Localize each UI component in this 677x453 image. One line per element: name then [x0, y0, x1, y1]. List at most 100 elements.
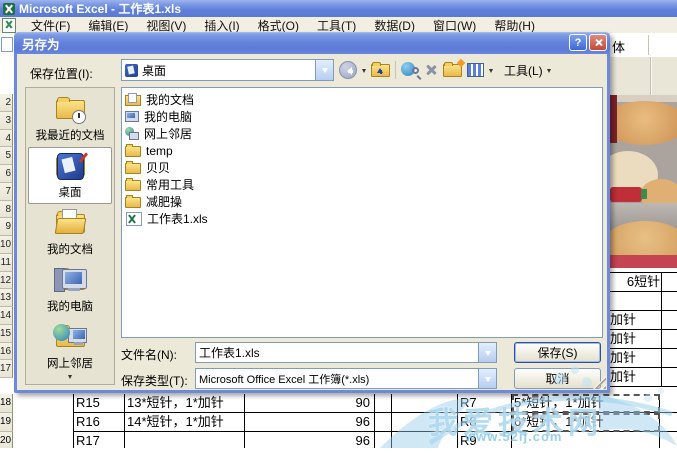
toolbar-remnant-right — [610, 57, 677, 96]
file-list-item[interactable]: 贝贝 — [125, 159, 602, 176]
save-in-combobox[interactable]: 桌面 — [121, 59, 334, 81]
file-list-item[interactable]: 减肥操 — [125, 193, 602, 210]
back-icon[interactable] — [339, 61, 357, 79]
right-cells: 6短针 *加针 *加针 *加针 *加针 — [610, 272, 677, 387]
row-header: 15 — [0, 324, 13, 343]
place-icon — [53, 265, 87, 295]
file-list-item[interactable]: 我的电脑 — [125, 108, 602, 125]
file-icon — [125, 161, 141, 174]
cell: *加针 — [610, 368, 677, 387]
file-icon — [125, 178, 141, 191]
excel-title-bar: Microsoft Excel - 工作表1.xls — [0, 0, 677, 17]
file-name-label: 文件名(N): — [121, 348, 177, 362]
file-label: 常用工具 — [146, 178, 195, 192]
file-list-item[interactable]: 常用工具 — [125, 176, 602, 193]
cell: *加针 — [610, 349, 677, 368]
places-bar: 我最近的文档 桌面 我的文档 我的电脑 网上邻居 — [25, 87, 115, 385]
cell: *加针 — [610, 330, 677, 349]
row-header: 16 — [0, 342, 13, 361]
cell-stitch-desc: 13*短针，1*加针 — [125, 394, 245, 413]
places-bar-item[interactable]: 我的电脑 — [28, 261, 112, 318]
cell-stitch-desc: 6*短针，1*加针 — [512, 413, 660, 432]
cell-stitch-desc — [512, 432, 660, 448]
tools-label: 工具(L) — [504, 63, 543, 78]
file-list-item[interactable]: 我的文档 — [125, 91, 602, 108]
file-icon — [125, 195, 141, 208]
tools-menu[interactable]: 工具(L) — [504, 62, 551, 79]
place-icon — [53, 322, 87, 352]
save-in-label: 保存位置(I): — [30, 67, 93, 81]
file-icon — [126, 211, 142, 226]
row-header: 13 — [0, 289, 13, 307]
dropdown-button[interactable] — [478, 369, 496, 388]
cell — [660, 413, 677, 432]
file-label: 减肥操 — [146, 195, 183, 209]
cell — [392, 413, 458, 432]
cell-round-label: R9 — [458, 432, 512, 448]
new-folder-icon[interactable] — [443, 58, 466, 77]
cell-round-label: R8 — [458, 413, 512, 432]
place-icon — [53, 94, 87, 124]
places-bar-item[interactable]: 网上邻居 — [28, 318, 112, 375]
row-header: 17 — [0, 360, 13, 378]
row-header: 14 — [0, 307, 13, 325]
chevron-down-icon — [484, 376, 491, 385]
file-icon — [125, 144, 141, 157]
font-name-box: 体 — [610, 33, 677, 57]
search-web-icon[interactable] — [401, 61, 422, 80]
dialog-title-bar[interactable]: 另存为 ? — [14, 32, 610, 54]
views-icon[interactable] — [467, 63, 484, 77]
place-label: 我的电脑 — [47, 301, 93, 313]
chevron-down-icon — [546, 69, 551, 75]
dropdown-button[interactable] — [478, 343, 496, 362]
row-header: 19 — [0, 413, 13, 432]
row-header: 10 — [0, 236, 13, 254]
place-label: 桌面 — [58, 187, 82, 199]
worksheet-icon — [2, 17, 16, 33]
file-list-item[interactable]: 工作表1.xls — [125, 210, 602, 227]
cancel-button[interactable]: 取消 — [514, 368, 601, 389]
place-label: 网上邻居 — [47, 358, 93, 370]
place-icon — [53, 208, 87, 238]
dropdown-button[interactable] — [315, 60, 333, 80]
save-type-label: 保存类型(T): — [121, 374, 188, 388]
cell — [660, 432, 677, 448]
places-bar-item[interactable]: 我最近的文档 — [28, 90, 112, 147]
views-chevron-icon[interactable] — [489, 69, 493, 75]
chevron-down-icon — [321, 68, 328, 76]
row-headers: 2 3 4 5 6 7 8 9 10 11 12 13 14 15 16 17 — [0, 94, 13, 394]
places-bar-item[interactable]: 桌面 — [28, 147, 112, 204]
cell-stitch-desc: 14*短针，1*加针 — [125, 413, 245, 432]
back-history-chevron-icon[interactable] — [362, 69, 366, 75]
cell — [392, 432, 458, 448]
save-as-dialog: 另存为 ? 保存位置(I): 桌面 工具(L) 我最近的文档 桌面 我的文档 我… — [14, 32, 610, 393]
file-name-value[interactable]: 工作表1.xls — [199, 344, 478, 361]
file-list-item[interactable]: 网上邻居 — [125, 125, 602, 142]
row-header: 18 — [0, 394, 13, 413]
help-button[interactable]: ? — [569, 34, 587, 51]
new-document-icon — [1, 37, 13, 52]
places-bar-item[interactable]: 我的文档 — [28, 204, 112, 261]
table-row: 19 R16 14*短针，1*加针 96 R8 6*短针，1*加针 — [0, 413, 677, 432]
crochet-photo — [610, 95, 677, 268]
file-list-item[interactable]: temp — [125, 142, 602, 159]
cell — [375, 413, 392, 432]
close-button[interactable] — [589, 34, 607, 51]
row-header: 8 — [0, 200, 13, 219]
places-scroll-down-icon[interactable] — [26, 371, 114, 381]
dialog-title: 另存为 — [22, 37, 60, 52]
delete-icon[interactable] — [424, 63, 438, 77]
desktop-icon — [125, 63, 138, 77]
row-header: 7 — [0, 182, 13, 201]
cell-stitch-desc: 5*短针，1*加针 — [512, 394, 660, 413]
place-label: 我最近的文档 — [35, 130, 105, 142]
save-button[interactable]: 保存(S) — [514, 342, 601, 363]
cell-stitch-desc — [125, 432, 245, 448]
cell-count: 90 — [245, 394, 375, 413]
row-header: 20 — [0, 432, 13, 448]
save-type-combobox[interactable]: Microsoft Office Excel 工作簿(*.xls) — [195, 368, 497, 389]
spreadsheet-right-strip: 体 6短针 *加针 *加针 *加针 *加针 — [610, 33, 677, 394]
dialog-toolbar: 工具(L) — [339, 58, 551, 81]
file-name-combobox[interactable]: 工作表1.xls — [195, 342, 497, 363]
up-one-level-icon[interactable] — [371, 61, 390, 77]
